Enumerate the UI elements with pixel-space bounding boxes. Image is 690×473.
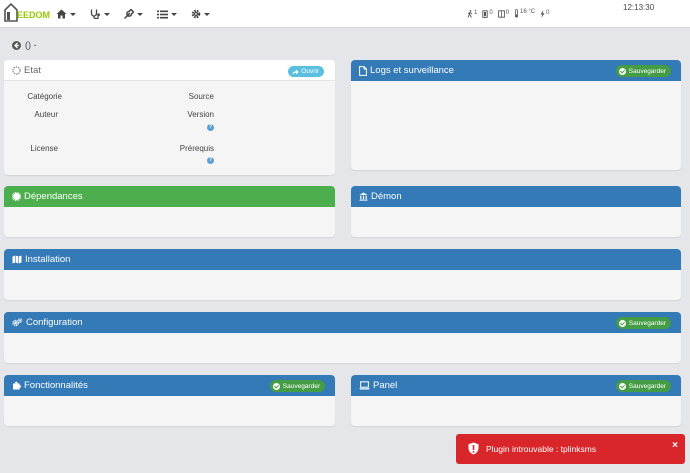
demon-title: Démon: [371, 191, 402, 202]
main-menu: [56, 0, 224, 28]
configuration-panel-header: Configuration Sauvegarder: [4, 312, 681, 333]
check-circle-icon: [618, 382, 626, 390]
status-temperature-value: 16 °C: [520, 9, 536, 15]
breadcrumb: () -: [12, 40, 37, 50]
logs-save-button[interactable]: Sauvegarder: [615, 65, 671, 77]
label-categorie: Catégorie: [27, 92, 62, 101]
person-walking-icon: [467, 9, 473, 18]
label-auteur: Auteur: [34, 110, 58, 119]
panel-save-button[interactable]: Sauvegarder: [615, 380, 671, 392]
demon-panel: Démon: [351, 186, 681, 237]
chevron-down-icon: [171, 12, 177, 16]
check-circle-icon: [618, 319, 626, 327]
logs-panel: Logs et surveillance Sauvegarder: [351, 60, 681, 170]
status-power-value: 0: [546, 9, 550, 16]
stethoscope-icon: [90, 9, 100, 19]
wrench-icon: [124, 9, 134, 19]
panel-save-label: Sauvegarder: [628, 382, 666, 390]
label-source: Source: [188, 92, 214, 101]
chevron-down-icon: [70, 12, 76, 16]
chevron-down-icon: [104, 12, 110, 16]
panel-title: Panel: [373, 380, 398, 391]
door-icon: [482, 9, 488, 18]
laptop-icon: [359, 381, 370, 390]
dependances-panel: Dépendances: [4, 186, 335, 237]
fonctionnalites-save-button[interactable]: Sauvegarder: [269, 380, 325, 392]
chevron-down-icon: [137, 12, 143, 16]
menu-plugins[interactable]: [157, 10, 177, 19]
list-icon: [157, 10, 168, 18]
fonctionnalites-panel: Fonctionnalités Sauvegarder: [4, 375, 335, 426]
panel-panel: Panel Sauvegarder: [351, 375, 681, 426]
puzzle-icon: [13, 381, 21, 390]
demon-panel-header: Démon: [351, 186, 681, 207]
top-navbar: EEDOM 1 0 0 16 °C 0 12:13:30: [0, 0, 690, 28]
status-motion[interactable]: 1: [467, 10, 477, 18]
dependances-title: Dépendances: [24, 191, 83, 202]
configuration-title: Configuration: [26, 317, 83, 328]
configuration-save-button[interactable]: Sauvegarder: [615, 317, 671, 329]
fonctionnalites-title: Fonctionnalités: [24, 380, 88, 391]
logo-text: EEDOM: [17, 10, 51, 20]
alert-close-button[interactable]: ×: [672, 440, 678, 451]
status-summary: 1 0 0 16 °C 0: [467, 9, 554, 18]
bank-icon: [359, 192, 368, 201]
fonctionnalites-save-label: Sauvegarder: [282, 382, 320, 390]
open-button[interactable]: Ouvrir: [288, 66, 324, 77]
cogs-icon: [12, 318, 23, 327]
open-button-label: Ouvrir: [301, 68, 319, 75]
version-help-icon[interactable]: ?: [207, 124, 214, 131]
back-arrow-icon[interactable]: [12, 40, 21, 50]
installation-panel: Installation: [4, 249, 681, 300]
certificate-icon: [12, 192, 21, 201]
check-circle-icon: [618, 67, 626, 75]
menu-tools[interactable]: [124, 9, 143, 19]
menu-analysis[interactable]: [90, 9, 110, 19]
error-alert: Plugin introuvable : tplinksms ×: [456, 434, 685, 464]
menu-settings[interactable]: [191, 9, 210, 19]
window-icon: [497, 9, 505, 18]
logs-panel-header: Logs et surveillance Sauvegarder: [351, 60, 681, 81]
prerequis-help-icon[interactable]: ?: [207, 157, 214, 164]
status-door-value: 0: [489, 9, 493, 16]
status-motion-value: 1: [474, 9, 478, 16]
menu-home[interactable]: [56, 9, 76, 19]
thermometer-icon: [515, 9, 519, 18]
alert-message: Plugin introuvable : tplinksms: [486, 444, 597, 454]
configuration-panel: Configuration Sauvegarder: [4, 312, 681, 363]
jeedom-logo[interactable]: EEDOM: [4, 2, 50, 24]
logs-title: Logs et surveillance: [370, 65, 454, 76]
spinner-icon: [12, 65, 21, 75]
etat-title: Etat: [24, 64, 41, 76]
etat-panel: Etat Ouvrir Catégorie Source Auteur Vers…: [4, 60, 335, 175]
check-circle-icon: [272, 382, 280, 390]
breadcrumb-text: () -: [25, 40, 37, 50]
map-icon: [12, 255, 22, 264]
fonctionnalites-panel-header: Fonctionnalités Sauvegarder: [4, 375, 335, 396]
dependances-panel-header: Dépendances: [4, 186, 335, 207]
logs-save-label: Sauvegarder: [628, 67, 666, 75]
status-power[interactable]: 0: [540, 9, 550, 18]
status-window-value: 0: [505, 9, 510, 16]
bolt-icon: [540, 9, 545, 18]
status-window[interactable]: 0: [497, 9, 510, 18]
file-icon: [359, 65, 367, 76]
shield-exclamation-icon: [468, 442, 479, 455]
label-version: Version: [187, 110, 214, 119]
house-logo-icon: [4, 2, 18, 22]
share-icon: [292, 69, 299, 74]
label-prerequis: Prérequis: [179, 144, 214, 153]
configuration-save-label: Sauvegarder: [628, 319, 666, 327]
gear-icon: [191, 9, 201, 19]
home-icon: [56, 9, 67, 19]
etat-panel-header: Etat Ouvrir: [4, 60, 335, 81]
clock: 12:13:30: [623, 3, 655, 12]
status-temperature[interactable]: 16 °C: [514, 9, 535, 18]
installation-title: Installation: [25, 254, 71, 265]
chevron-down-icon: [204, 12, 210, 16]
installation-panel-header: Installation: [4, 249, 681, 270]
panel-panel-header: Panel Sauvegarder: [351, 375, 681, 396]
status-door[interactable]: 0: [482, 9, 493, 18]
label-license: License: [30, 144, 58, 153]
